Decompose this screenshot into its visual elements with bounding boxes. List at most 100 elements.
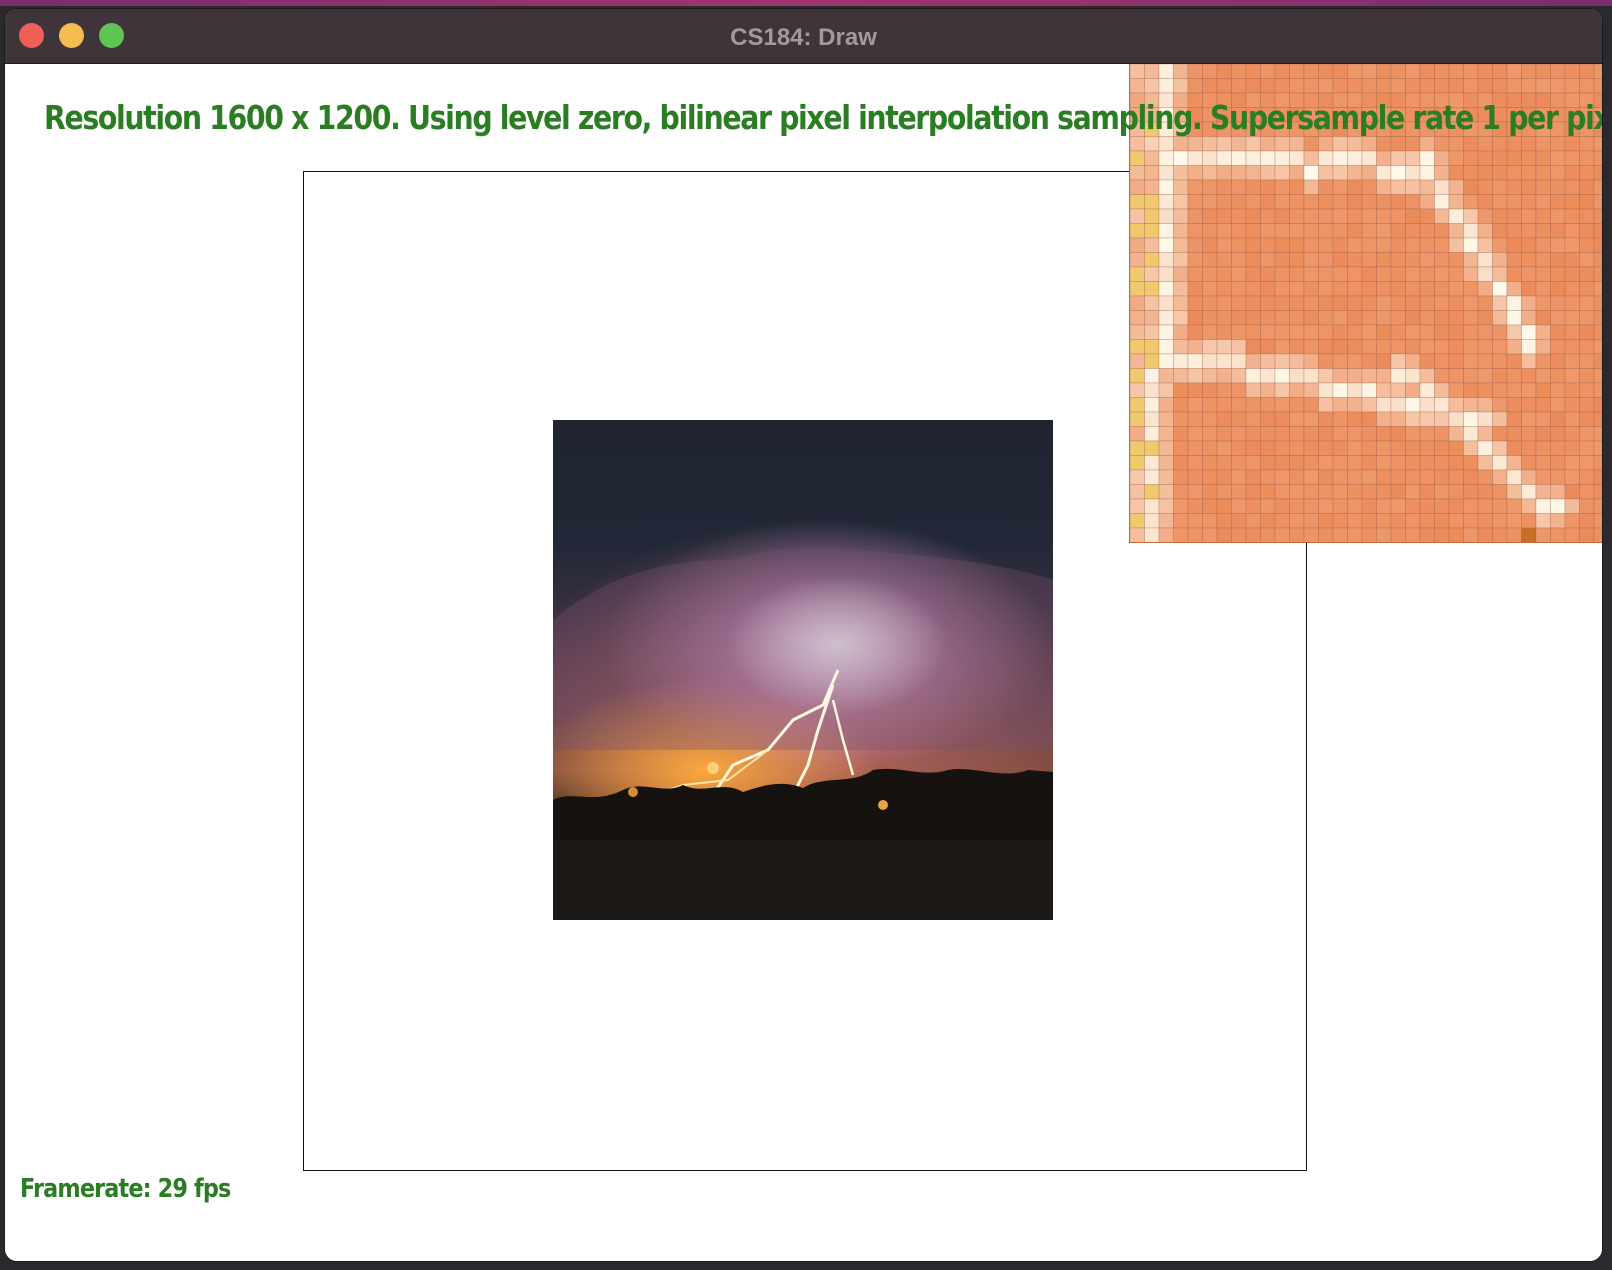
zoom-pixel-cell [1245, 295, 1261, 311]
zoom-pixel-cell [1173, 64, 1189, 79]
zoom-pixel-cell [1187, 455, 1203, 471]
zoom-pixel-cell [1564, 266, 1580, 282]
zoom-pixel-cell [1332, 78, 1348, 94]
zoom-pixel-cell [1477, 324, 1493, 340]
zoom-pixel-cell [1231, 411, 1247, 427]
zoom-pixel-cell [1579, 498, 1595, 514]
zoom-pixel-cell [1593, 165, 1602, 181]
zoom-pixel-cell [1347, 484, 1363, 500]
zoom-pixel-cell [1202, 295, 1218, 311]
zoom-pixel-cell [1347, 64, 1363, 79]
zoom-pixel-cell [1506, 295, 1522, 311]
zoom-pixel-cell [1144, 498, 1160, 514]
zoom-pixel-cell [1216, 353, 1232, 369]
zoom-pixel-cell [1376, 368, 1392, 384]
zoom-pixel-cell [1303, 426, 1319, 442]
zoom-pixel-cell [1448, 252, 1464, 268]
zoom-pixel-cell [1303, 179, 1319, 195]
zoom-pixel-cell [1419, 440, 1435, 456]
zoom-pixel-cell [1550, 295, 1566, 311]
zoom-pixel-cell [1231, 266, 1247, 282]
zoom-pixel-cell [1434, 150, 1450, 166]
draw-canvas[interactable]: Resolution 1600 x 1200. Using level zero… [5, 64, 1602, 1261]
zoom-pixel-cell [1593, 281, 1602, 297]
zoom-pixel-cell [1332, 455, 1348, 471]
zoom-pixel-cell [1550, 353, 1566, 369]
zoom-pixel-cell [1173, 237, 1189, 253]
zoom-pixel-cell [1231, 150, 1247, 166]
zoom-pixel-cell [1130, 498, 1145, 514]
zoom-pixel-cell [1492, 223, 1508, 239]
zoom-pixel-cell [1130, 223, 1145, 239]
zoom-pixel-cell [1405, 295, 1421, 311]
zoom-pixel-cell [1173, 266, 1189, 282]
zoom-pixel-cell [1158, 64, 1174, 79]
zoom-pixel-cell [1390, 252, 1406, 268]
zoom-pixel-cell [1521, 484, 1537, 500]
zoom-pixel-cell [1593, 237, 1602, 253]
zoom-pixel-cell [1419, 64, 1435, 79]
zoom-pixel-cell [1434, 455, 1450, 471]
zoom-pixel-cell [1347, 469, 1363, 485]
zoom-pixel-cell [1535, 484, 1551, 500]
zoom-pixel-cell [1593, 411, 1602, 427]
zoom-pixel-cell [1187, 382, 1203, 398]
zoom-pixel-cell [1202, 223, 1218, 239]
zoom-pixel-cell [1463, 368, 1479, 384]
zoom-pixel-cell [1506, 208, 1522, 224]
zoom-pixel-cell [1130, 136, 1145, 152]
zoom-pixel-cell [1231, 295, 1247, 311]
zoom-pixel-cell [1550, 266, 1566, 282]
zoom-pixel-cell [1448, 513, 1464, 529]
zoom-pixel-cell [1245, 281, 1261, 297]
zoom-pixel-cell [1260, 440, 1276, 456]
zoom-pixel-cell [1419, 527, 1435, 542]
zoom-pixel-cell [1173, 382, 1189, 398]
zoom-pixel-cell [1245, 179, 1261, 195]
zoom-pixel-cell [1130, 310, 1145, 326]
zoom-pixel-cell [1535, 455, 1551, 471]
zoom-pixel-cell [1274, 237, 1290, 253]
zoom-pixel-cell [1260, 78, 1276, 94]
zoom-pixel-cell [1579, 513, 1595, 529]
zoom-pixel-cell [1564, 339, 1580, 355]
zoom-pixel-cell [1260, 165, 1276, 181]
title-bar[interactable]: CS184: Draw [5, 9, 1602, 64]
zoom-pixel-cell [1579, 382, 1595, 398]
zoom-pixel-cell [1434, 310, 1450, 326]
zoom-pixel-cell [1332, 281, 1348, 297]
zoom-pixel-cell [1564, 440, 1580, 456]
zoom-pixel-cell [1347, 179, 1363, 195]
zoom-pixel-cell [1434, 411, 1450, 427]
zoom-pixel-cell [1289, 266, 1305, 282]
zoom-pixel-cell [1274, 469, 1290, 485]
zoom-pixel-cell [1260, 237, 1276, 253]
zoom-pixel-cell [1245, 513, 1261, 529]
zoom-pixel-cell [1231, 498, 1247, 514]
zoom-pixel-cell [1144, 179, 1160, 195]
zoom-pixel-cell [1187, 223, 1203, 239]
zoom-pixel-cell [1318, 266, 1334, 282]
zoom-pixel-cell [1231, 440, 1247, 456]
zoom-pixel-cell [1187, 281, 1203, 297]
zoom-pixel-cell [1158, 469, 1174, 485]
zoom-pixel-cell [1318, 411, 1334, 427]
zoom-pixel-cell [1158, 179, 1174, 195]
zoom-pixel-cell [1216, 469, 1232, 485]
zoom-pixel-cell [1245, 136, 1261, 152]
zoom-pixel-cell [1463, 411, 1479, 427]
zoom-pixel-cell [1550, 310, 1566, 326]
zoom-pixel-cell [1289, 310, 1305, 326]
zoom-pixel-cell [1477, 310, 1493, 326]
zoom-pixel-cell [1332, 64, 1348, 79]
zoom-pixel-cell [1376, 252, 1392, 268]
zoom-pixel-cell [1492, 136, 1508, 152]
zoom-pixel-cell [1564, 353, 1580, 369]
zoom-pixel-cell [1550, 382, 1566, 398]
zoom-pixel-cell [1187, 368, 1203, 384]
zoom-pixel-cell [1434, 513, 1450, 529]
zoom-pixel-cell [1550, 223, 1566, 239]
zoom-pixel-cell [1216, 223, 1232, 239]
zoom-pixel-cell [1187, 397, 1203, 413]
zoom-pixel-cell [1434, 339, 1450, 355]
